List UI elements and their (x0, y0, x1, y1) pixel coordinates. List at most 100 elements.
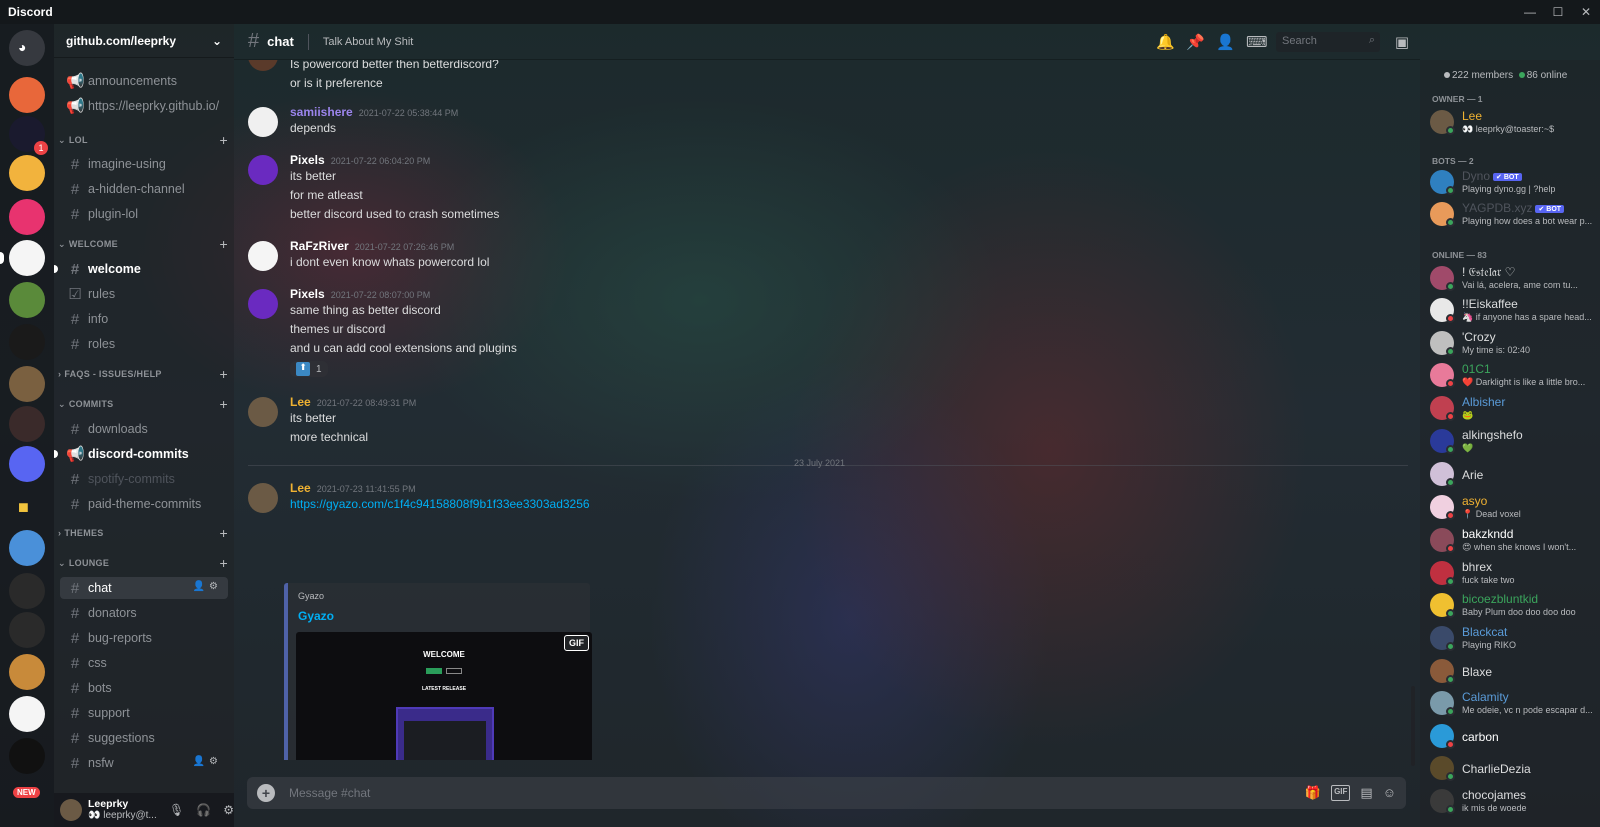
avatar[interactable] (248, 241, 278, 271)
server-icon[interactable] (9, 446, 45, 482)
pin-icon[interactable]: 📌 (1186, 33, 1205, 51)
member-item[interactable]: 01C1 ❤️ Darklight is like a little bro... (1430, 361, 1594, 393)
server-icon[interactable] (9, 366, 45, 402)
member-item[interactable]: Lee 👀 leeprky@toaster:~$ (1430, 108, 1594, 140)
reaction-button[interactable]: ⬆ 1 (290, 361, 328, 377)
channel-info[interactable]: # info (60, 308, 228, 330)
embed-title[interactable]: Gyazo (298, 609, 580, 623)
gift-icon[interactable]: 🎁 (1305, 785, 1321, 801)
category-themes[interactable]: › THEMES + (58, 525, 228, 541)
member-item[interactable]: CharlieDezia (1430, 754, 1594, 786)
avatar[interactable] (248, 483, 278, 513)
server-icon[interactable] (9, 406, 45, 442)
category-welcome[interactable]: ⌄ WELCOME + (58, 236, 228, 252)
member-item[interactable]: Blaxe (1430, 657, 1594, 689)
server-icon[interactable] (9, 199, 45, 235)
server-icon[interactable]: 1 (9, 116, 48, 155)
message-author[interactable]: Lee (290, 395, 311, 409)
microphone-icon[interactable]: 🎙 (169, 803, 184, 817)
channel-plugin-lol[interactable]: # plugin-lol (60, 203, 228, 225)
member-item[interactable]: YAGPDB.xyz ✔ BOT Playing how does a bot we… (1430, 200, 1594, 232)
server-icon[interactable] (9, 324, 45, 360)
member-item[interactable]: bakzkndd 😍 when she knows I won't... (1430, 526, 1594, 558)
maximize-button[interactable]: ☐ (1544, 0, 1572, 24)
channel-bots[interactable]: # bots (60, 677, 228, 699)
server-icon[interactable] (9, 573, 45, 609)
member-item[interactable]: bicoezbluntkid Baby Plum doo doo doo doo (1430, 591, 1594, 623)
avatar[interactable] (248, 60, 278, 71)
server-icon[interactable] (9, 738, 45, 774)
channel-welcome[interactable]: # welcome (54, 258, 228, 280)
member-item[interactable]: alkingshefo 💚 (1430, 427, 1594, 459)
folder-icon[interactable]: ■ (9, 489, 45, 525)
keyboard-icon[interactable]: ⌨ (1246, 33, 1268, 51)
message-link[interactable]: https://gyazo.com/c1f4c94158808f9b1f33ee… (290, 495, 1290, 514)
member-item[interactable]: Albisher 🐸 (1430, 394, 1594, 426)
message-author[interactable]: Pixels (290, 153, 325, 167)
add-channel-icon[interactable]: + (220, 525, 228, 541)
channel-imagine-using[interactable]: # imagine-using (60, 153, 228, 175)
message-input[interactable]: Message #chat (289, 786, 1305, 800)
message-composer[interactable]: + Message #chat 🎁 GIF ▤ ☺ (247, 777, 1406, 809)
channel-donators[interactable]: # donators (60, 602, 228, 624)
message-author[interactable]: Pixels (290, 287, 325, 301)
emoji-icon[interactable]: ☺ (1383, 785, 1396, 801)
message-author[interactable]: Lee (290, 481, 311, 495)
channel-roles[interactable]: # roles (60, 333, 228, 355)
channel-discord-commits[interactable]: 📢 discord-commits (54, 443, 228, 465)
avatar[interactable] (248, 155, 278, 185)
member-item[interactable]: bhrex fuck take two (1430, 559, 1594, 591)
channel-spotify-commits[interactable]: # spotify-commits (60, 468, 228, 490)
channel-a-hidden-channel[interactable]: # a-hidden-channel (60, 178, 228, 200)
server-icon[interactable] (9, 696, 45, 732)
sticker-icon[interactable]: ▤ (1360, 785, 1372, 801)
member-item[interactable]: Dyno ✔ BOT Playing dyno.gg | ?help (1430, 168, 1594, 200)
close-button[interactable]: ✕ (1572, 0, 1600, 24)
headphones-icon[interactable]: 🎧 (196, 803, 211, 817)
channel-downloads[interactable]: # downloads (60, 418, 228, 440)
category-lounge[interactable]: ⌄ LOUNGE + (58, 555, 228, 571)
add-channel-icon[interactable]: + (220, 236, 228, 252)
member-item[interactable]: !!Eiskaffee 🦄 if anyone has a spare head.… (1430, 296, 1594, 328)
members-icon[interactable]: 👤 (1216, 33, 1235, 51)
channel-paid-theme-commits[interactable]: # paid-theme-commits (60, 493, 228, 515)
avatar[interactable] (248, 397, 278, 427)
channel-css[interactable]: # css (60, 652, 228, 674)
member-item[interactable]: carbon (1430, 722, 1594, 754)
server-icon[interactable] (9, 530, 45, 566)
category-faqs-issues-help[interactable]: › FAQS - ISSUES/HELP + (58, 366, 228, 382)
server-icon[interactable] (9, 654, 45, 690)
message-author[interactable]: RaFzRiver (290, 239, 349, 253)
server-icon[interactable] (0, 240, 45, 276)
member-item[interactable]: Calamity Me odeie, vc n pode escapar d... (1430, 689, 1594, 721)
add-attachment-button[interactable]: + (257, 784, 275, 802)
server-icon[interactable] (9, 282, 45, 318)
member-item[interactable]: ! 𝔈𝔰𝔱𝔢𝔩𝔞𝔯 ♡ Vai lá, acelera, ame com tu..… (1430, 264, 1594, 296)
minimize-button[interactable]: — (1516, 0, 1544, 24)
scrollbar[interactable] (1411, 686, 1415, 766)
server-icon[interactable] (9, 77, 45, 113)
embed-thumbnail[interactable]: GIF WELCOME LATEST RELEASE (296, 632, 592, 760)
channel-suggestions[interactable]: # suggestions (60, 727, 228, 749)
message-author[interactable]: samiishere (290, 105, 353, 119)
bell-icon[interactable]: 🔔 (1156, 33, 1175, 51)
member-item[interactable]: 'Crozy My time is: 02:40 (1430, 329, 1594, 361)
channel-settings-icon[interactable]: 👤⚙ (193, 756, 222, 767)
add-channel-icon[interactable]: + (220, 555, 228, 571)
channel-bug-reports[interactable]: # bug-reports (60, 627, 228, 649)
member-item[interactable]: asyo 📍 Dead voxel (1430, 493, 1594, 525)
gear-icon[interactable]: ⚙ (223, 803, 234, 817)
inbox-icon[interactable]: ▣ (1394, 33, 1410, 51)
channel-rules[interactable]: ☑ rules (60, 283, 228, 305)
server-header[interactable]: github.com/leeprky ⌄ (54, 24, 234, 58)
avatar[interactable] (60, 799, 82, 821)
search-input[interactable]: Search ⌕ (1276, 32, 1380, 52)
channel-website-link[interactable]: 📢 https://leeprky.github.io/ (60, 95, 228, 117)
channel-nsfw[interactable]: # nsfw 👤⚙ (60, 752, 228, 774)
add-channel-icon[interactable]: + (220, 366, 228, 382)
avatar[interactable] (248, 289, 278, 319)
gif-button[interactable]: GIF (1331, 785, 1351, 801)
server-icon[interactable] (9, 155, 45, 191)
discord-home-icon[interactable]: ◕ (9, 30, 45, 66)
channel-chat[interactable]: # chat 👤⚙ (60, 577, 228, 599)
